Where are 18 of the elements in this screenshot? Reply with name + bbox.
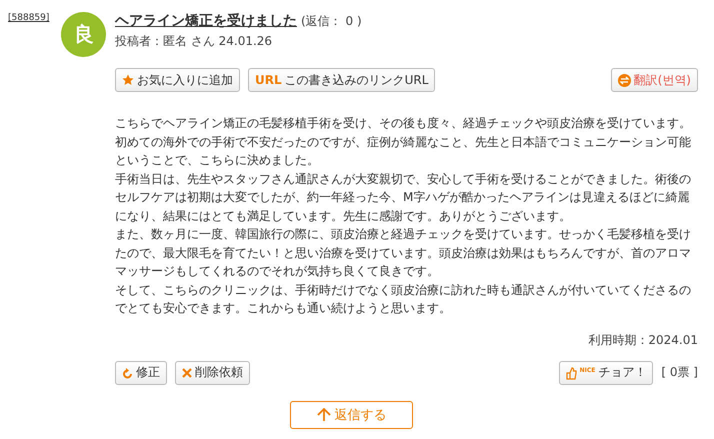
avatar-badge: 良 [61, 12, 106, 57]
post-title-link[interactable]: ヘアライン矯正を受けました [115, 12, 297, 30]
author-info: 投稿者：匿名 さん 24.01.26 [115, 33, 274, 50]
favorite-button[interactable]: お気に入りに追加 [115, 68, 240, 92]
vote-count: [ 0票 ] [661, 364, 698, 381]
cross-icon [182, 368, 192, 378]
usage-period: 利用時期：2024.01 [588, 332, 698, 348]
up-arrow-icon [316, 407, 330, 422]
edit-button[interactable]: 修正 [115, 360, 167, 384]
reply-count: (返信： 0 ) [301, 13, 362, 30]
post-id-link[interactable]: [588859] [8, 13, 50, 25]
refresh-icon [122, 366, 133, 378]
swap-icon [618, 74, 631, 86]
delete-request-button[interactable]: 削除依頼 [175, 360, 250, 384]
thumbs-up-icon [566, 366, 577, 380]
link-url-button[interactable]: URL この書き込みのリンクURL [248, 68, 436, 92]
post-body: こちらでヘアライン矯正の毛髪移植手術を受け、その後も度々、経過チェックや頭皮治療を受けています。 初めての海外での手術で不安だったのですが、症例が綺麗なこと、先生と日本語でコミュニケーション可能ということで、こちらに決めました。 手術当日は、先生やスタッフさん通訳さんが大変親切で、安心して手術を受けることができました。術後のセルフケアは初期は大変でしたが、約一年経った今、M字ハゲが酷かったヘアラインは見違えるほどに綺麗になり、結果にはとても満足しています。先生に感謝です。ありがとうございます。 また、数ヶ月に一度、韓国旅行の際に、頭皮治療と経過チェックを受けています。せっかく毛髪移植を受けたので、最大限毛を育てたい！と思い治療を受けています。頭皮治療は効果はもちろんですが、首のアロママッサージもしてくれるのでそれが気持ち良くて良きです。 そして、こちらのクリニックは、手術時だけでなく頭皮治療に訪れた時も通訳さんが付いていてくださるのでとても安心できます。これからも通い続けようと思います。 [115, 115, 692, 317]
star-icon [122, 74, 134, 86]
